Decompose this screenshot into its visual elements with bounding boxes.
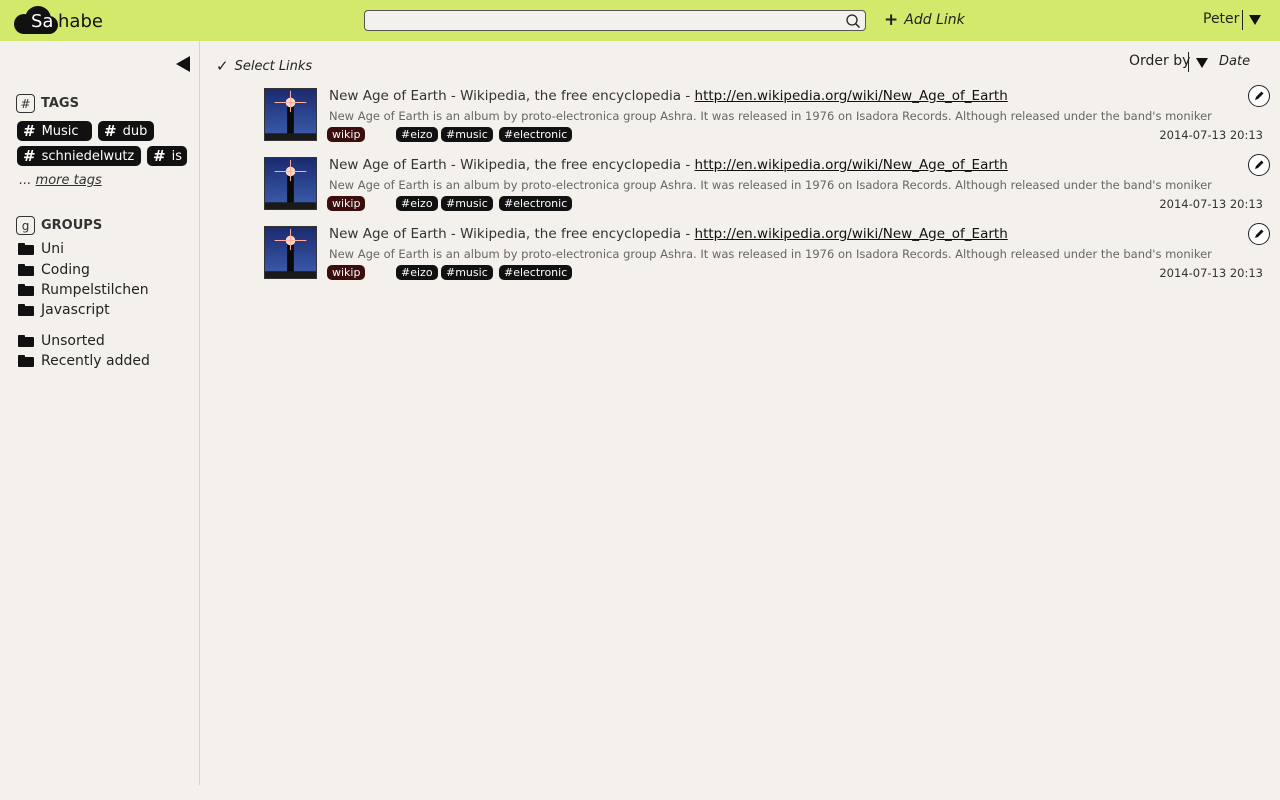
plus-icon: + [884, 10, 899, 30]
source-tag[interactable]: wikip [327, 265, 366, 280]
link-title-text: New Age of Earth - Wikipedia, the free e… [329, 88, 695, 104]
groups-heading: g GROUPS [16, 216, 102, 235]
group-item-rumpelstilchen[interactable]: Rumpelstilchen [18, 282, 149, 298]
hash-icon: # [16, 94, 35, 113]
edit-link-button[interactable] [1248, 85, 1270, 107]
top-bar: Sa habe + Add Link Peter [0, 0, 1280, 41]
link-thumbnail[interactable] [264, 157, 317, 210]
group-item-unsorted[interactable]: Unsorted [18, 333, 105, 349]
sidebar-tag-is[interactable]: # is [147, 146, 187, 166]
hash-icon: # [23, 122, 36, 140]
order-by-label: Order by [1129, 53, 1191, 69]
group-label: Coding [41, 262, 90, 278]
group-label: Javascript [41, 302, 110, 318]
folder-icon [18, 355, 34, 367]
source-tag[interactable]: wikip [327, 196, 366, 211]
groups-title: GROUPS [41, 218, 103, 233]
tag-music[interactable]: #music [441, 127, 493, 142]
link-date: 2014-07-13 20:13 [1159, 128, 1263, 142]
edit-link-button[interactable] [1248, 154, 1270, 176]
source-tag[interactable]: wikip [327, 127, 366, 142]
tag-label: Music [41, 123, 79, 139]
caret-down-icon[interactable] [1249, 15, 1261, 25]
tag-music[interactable]: #music [441, 196, 493, 211]
search-icon[interactable] [845, 13, 861, 29]
hash-icon: # [104, 122, 117, 140]
link-title: New Age of Earth - Wikipedia, the free e… [329, 226, 1008, 242]
folder-icon [18, 264, 34, 276]
add-link-label: Add Link [904, 12, 965, 28]
link-row[interactable]: New Age of Earth - Wikipedia, the free e… [264, 154, 1270, 215]
tag-electronic[interactable]: #electronic [499, 127, 573, 142]
link-thumbnail[interactable] [264, 88, 317, 141]
folder-icon [18, 243, 34, 255]
tags-title: TAGS [41, 96, 79, 111]
check-icon: ✓ [216, 57, 229, 75]
link-date: 2014-07-13 20:13 [1159, 266, 1263, 280]
edit-link-button[interactable] [1248, 223, 1270, 245]
hash-icon: # [153, 147, 166, 165]
group-label: Rumpelstilchen [41, 282, 149, 298]
link-url[interactable]: http://en.wikipedia.org/wiki/New_Age_of_… [695, 88, 1008, 104]
link-title-text: New Age of Earth - Wikipedia, the free e… [329, 226, 695, 242]
link-url[interactable]: http://en.wikipedia.org/wiki/New_Age_of_… [695, 157, 1008, 173]
more-tags: ... more tags [19, 173, 102, 188]
caret-down-icon[interactable] [1196, 58, 1208, 68]
order-by-value[interactable]: Date [1219, 54, 1250, 69]
group-icon: g [16, 216, 35, 235]
tag-electronic[interactable]: #electronic [499, 265, 573, 280]
group-item-recently-added[interactable]: Recently added [18, 353, 150, 369]
link-row[interactable]: New Age of Earth - Wikipedia, the free e… [264, 85, 1270, 146]
pencil-icon [1255, 229, 1264, 238]
pencil-icon [1255, 160, 1264, 169]
sidebar-tag-schniedelwutz[interactable]: # schniedelwutz [17, 146, 141, 166]
tag-eizo[interactable]: #eizo [396, 196, 438, 211]
more-tags-link[interactable]: more tags [36, 173, 102, 188]
folder-icon [18, 284, 34, 296]
link-title: New Age of Earth - Wikipedia, the free e… [329, 88, 1008, 104]
link-description: New Age of Earth is an album by proto-el… [329, 178, 1213, 192]
order-by-divider [1188, 52, 1189, 72]
logo-text-prefix: Sa [31, 11, 54, 32]
group-item-uni[interactable]: Uni [18, 241, 64, 257]
add-link-button[interactable]: + Add Link [884, 10, 965, 30]
link-date: 2014-07-13 20:13 [1159, 197, 1263, 211]
tag-electronic[interactable]: #electronic [499, 196, 573, 211]
link-thumbnail[interactable] [264, 226, 317, 279]
link-description: New Age of Earth is an album by proto-el… [329, 109, 1213, 123]
tags-heading: # TAGS [16, 94, 79, 113]
sidebar-tag-music[interactable]: # Music [17, 121, 92, 141]
tag-eizo[interactable]: #eizo [396, 265, 438, 280]
hash-icon: # [23, 147, 36, 165]
select-links-label: Select Links [234, 58, 313, 74]
link-url[interactable]: http://en.wikipedia.org/wiki/New_Age_of_… [695, 226, 1008, 242]
link-title-text: New Age of Earth - Wikipedia, the free e… [329, 157, 695, 173]
group-label: Uni [41, 241, 65, 257]
logo-text-suffix: habe [58, 11, 103, 32]
link-title: New Age of Earth - Wikipedia, the free e… [329, 157, 1008, 173]
group-item-javascript[interactable]: Javascript [18, 302, 110, 318]
tag-label: dub [122, 123, 148, 139]
tag-label: is [171, 148, 182, 164]
search-input[interactable] [364, 10, 866, 31]
user-menu-divider [1242, 10, 1243, 30]
user-name[interactable]: Peter [1203, 11, 1239, 27]
folder-icon [18, 304, 34, 316]
sidebar-tag-dub[interactable]: # dub [98, 121, 154, 141]
link-description: New Age of Earth is an album by proto-el… [329, 247, 1213, 261]
collapse-sidebar-icon[interactable] [176, 56, 190, 72]
group-label: Unsorted [41, 333, 105, 349]
more-tags-ellipsis: ... [19, 173, 32, 188]
group-label: Recently added [41, 353, 150, 369]
tag-eizo[interactable]: #eizo [396, 127, 438, 142]
folder-icon [18, 335, 34, 347]
logo[interactable]: Sa habe [14, 6, 104, 36]
pencil-icon [1255, 91, 1264, 100]
select-links-button[interactable]: ✓ Select Links [216, 57, 312, 75]
tag-label: schniedelwutz [41, 148, 135, 164]
group-item-coding[interactable]: Coding [18, 262, 90, 278]
link-row[interactable]: New Age of Earth - Wikipedia, the free e… [264, 223, 1270, 284]
sidebar: # TAGS # Music # dub # schniedelwutz # i… [0, 41, 200, 785]
tag-music[interactable]: #music [441, 265, 493, 280]
